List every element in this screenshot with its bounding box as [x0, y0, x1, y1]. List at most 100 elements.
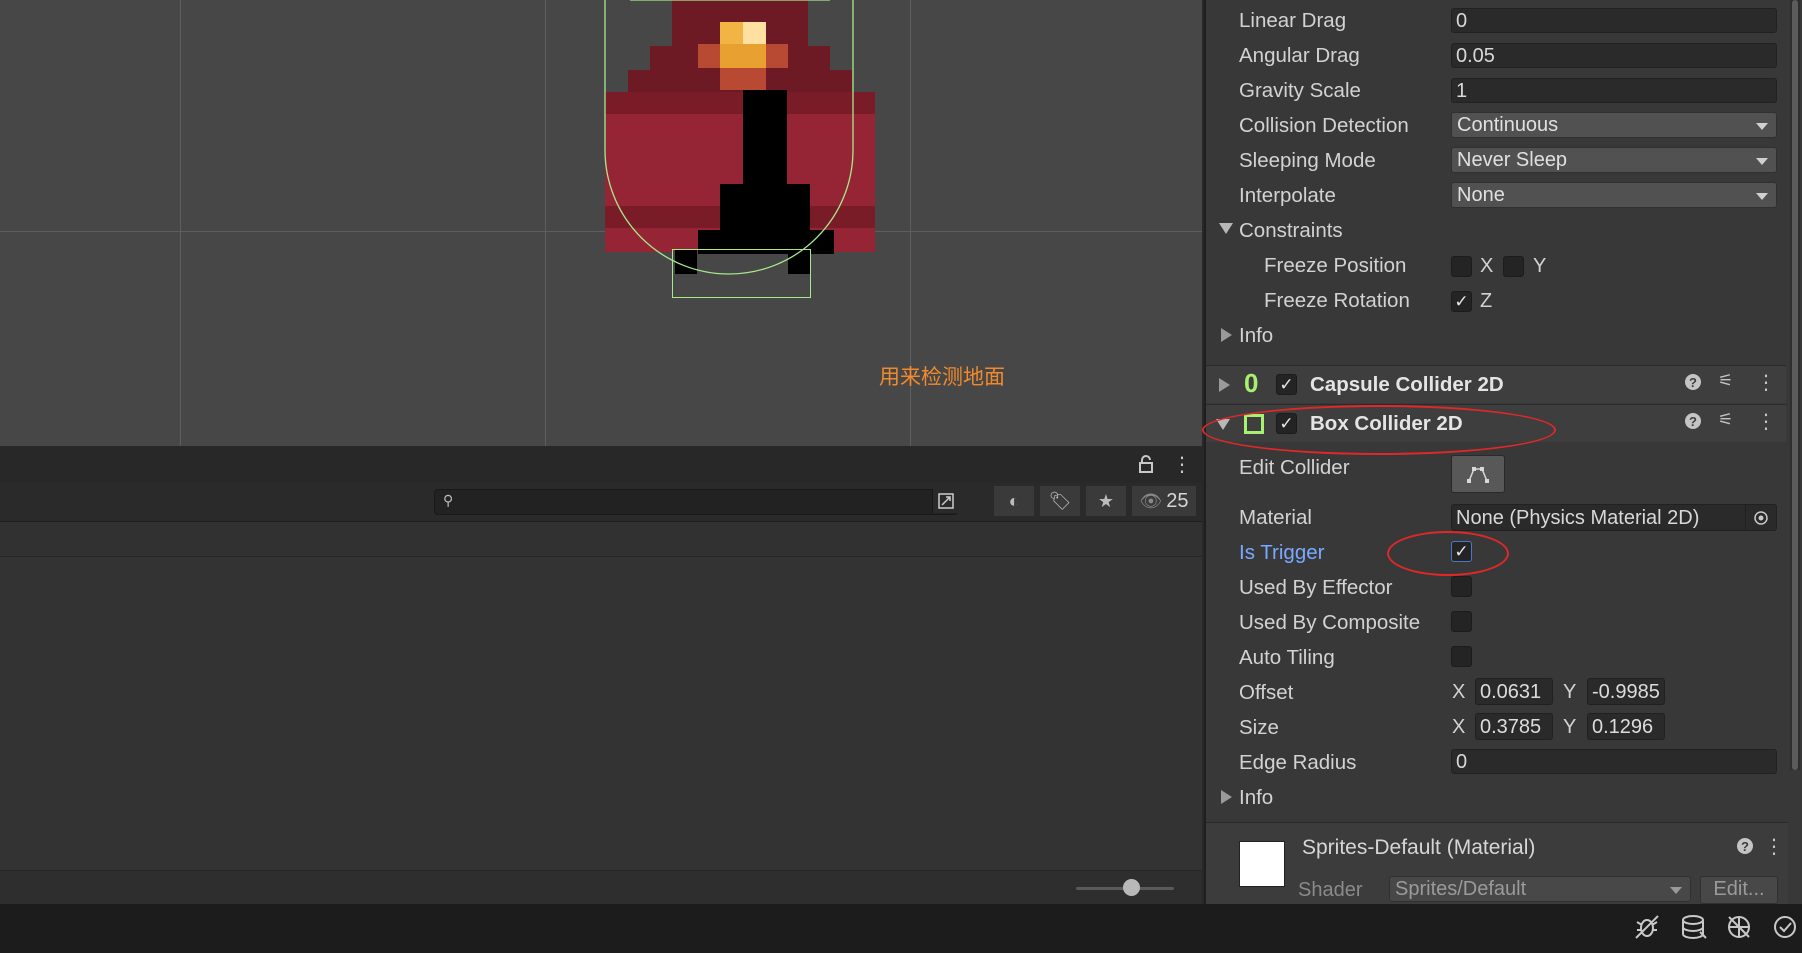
used-by-composite-label: Used By Composite	[1239, 611, 1421, 634]
material-label: Material	[1239, 506, 1312, 529]
material-value: None (Physics Material 2D)	[1456, 507, 1700, 529]
chevron-down-icon	[1756, 158, 1768, 165]
hidden-packages-toggle[interactable]: 👁 25	[1132, 486, 1196, 516]
project-content-area[interactable]	[0, 522, 1202, 870]
expand-icon[interactable]	[1219, 378, 1230, 392]
panel-menu-icon[interactable]: ⋮	[1172, 452, 1192, 477]
sleeping-mode-dropdown[interactable]: Never Sleep	[1451, 147, 1777, 173]
debug-bug-icon[interactable]	[1634, 914, 1660, 945]
offset-x-label: X	[1452, 681, 1466, 703]
gravity-scale-label: Gravity Scale	[1239, 79, 1361, 102]
constraints-foldout-icon[interactable]	[1219, 223, 1233, 234]
edge-radius-field[interactable]: 0	[1451, 749, 1777, 774]
used-by-effector-checkbox[interactable]	[1451, 576, 1472, 597]
panel-footer	[0, 870, 1202, 905]
size-y-label: Y	[1563, 716, 1577, 738]
is-trigger-label: Is Trigger	[1239, 541, 1325, 564]
eye-icon: 👁	[1139, 490, 1163, 511]
component-menu-icon[interactable]: ⋮	[1756, 370, 1776, 395]
edit-collider-icon	[1467, 467, 1489, 483]
grid-line	[180, 0, 181, 446]
size-y-field[interactable]: 0.1296	[1587, 713, 1665, 740]
interpolate-label: Interpolate	[1239, 184, 1336, 207]
panel-header: ⋮	[0, 448, 1202, 483]
scene-view[interactable]: 用来检测地面	[0, 0, 1202, 446]
highlight-ellipse	[1202, 405, 1556, 455]
size-x-label: X	[1452, 716, 1466, 738]
edit-collider-button[interactable]	[1451, 455, 1505, 493]
search-mode-icon[interactable]	[932, 489, 959, 513]
freeze-position-x-label: X	[1480, 255, 1494, 277]
status-bar	[0, 904, 1802, 953]
freeze-position-y-checkbox[interactable]	[1503, 256, 1524, 277]
shader-label: Shader	[1298, 879, 1363, 901]
interpolate-dropdown[interactable]: None	[1451, 182, 1777, 208]
favorites-star-icon[interactable]: ★	[1086, 486, 1126, 516]
info-foldout-icon[interactable]	[1221, 790, 1232, 804]
hidden-count: 25	[1166, 489, 1189, 512]
capsule-collider-enabled-checkbox[interactable]: ✓	[1276, 374, 1297, 395]
freeze-rotation-label: Freeze Rotation	[1264, 289, 1410, 312]
object-picker-icon[interactable]	[1745, 505, 1776, 530]
size-x-field[interactable]: 0.3785	[1475, 713, 1553, 740]
capsule-collider-gizmo	[604, 0, 854, 275]
checkmark-icon: ✓	[1279, 374, 1294, 394]
sleeping-mode-value: Never Sleep	[1457, 149, 1568, 171]
freeze-position-label: Freeze Position	[1264, 254, 1407, 277]
angular-drag-field[interactable]: 0.05	[1451, 43, 1777, 68]
edit-shader-button[interactable]: Edit...	[1700, 876, 1778, 904]
search-input[interactable]: ⚲	[434, 489, 959, 515]
offset-x-field[interactable]: 0.0631	[1475, 678, 1553, 705]
filter-by-type-icon[interactable]: ◐	[994, 486, 1034, 516]
status-check-icon[interactable]	[1772, 914, 1798, 945]
used-by-composite-checkbox[interactable]	[1451, 611, 1472, 632]
chevron-down-icon	[1756, 123, 1768, 130]
annotation-text: 用来检测地面	[879, 366, 1005, 389]
preset-icon[interactable]: ⚟	[1718, 371, 1733, 391]
linear-drag-field[interactable]: 0	[1451, 8, 1777, 33]
material-title: Sprites-Default (Material)	[1302, 836, 1536, 859]
filter-by-label-icon[interactable]: 🏷	[1040, 486, 1080, 516]
highlight-ellipse	[1387, 531, 1509, 576]
constraints-label[interactable]: Constraints	[1239, 219, 1343, 243]
zoom-slider-thumb[interactable]	[1123, 879, 1140, 896]
freeze-position-x-checkbox[interactable]	[1451, 256, 1472, 277]
preset-icon[interactable]: ⚟	[1718, 410, 1733, 430]
shader-dropdown[interactable]: Sprites/Default	[1389, 876, 1691, 902]
material-menu-icon[interactable]: ⋮	[1764, 834, 1784, 859]
collision-detection-label: Collision Detection	[1239, 114, 1409, 137]
breadcrumb-strip	[0, 522, 1202, 557]
shader-value: Sprites/Default	[1395, 878, 1527, 900]
info-foldout-icon[interactable]	[1221, 328, 1232, 342]
help-icon[interactable]: ?	[1684, 373, 1702, 396]
collision-detection-dropdown[interactable]: Continuous	[1451, 112, 1777, 138]
freeze-rotation-z-checkbox[interactable]: ✓	[1451, 291, 1472, 312]
offset-label: Offset	[1239, 681, 1294, 704]
offset-y-label: Y	[1563, 681, 1577, 703]
help-icon[interactable]: ?	[1684, 412, 1702, 435]
chevron-down-icon	[1756, 193, 1768, 200]
material-field[interactable]: None (Physics Material 2D)	[1451, 504, 1777, 531]
network-disabled-icon[interactable]	[1726, 914, 1752, 945]
inspector-scrollbar[interactable]	[1790, 0, 1800, 770]
offset-y-field[interactable]: -0.9985	[1587, 678, 1665, 705]
auto-tiling-checkbox[interactable]	[1451, 646, 1472, 667]
capsule-collider-header[interactable]: 0 ✓ Capsule Collider 2D ? ⚟ ⋮	[1206, 365, 1786, 403]
gravity-scale-field[interactable]: 1	[1451, 78, 1777, 103]
help-icon[interactable]: ?	[1736, 837, 1754, 860]
edge-radius-label: Edge Radius	[1239, 751, 1357, 774]
freeze-rotation-z-label: Z	[1480, 290, 1493, 312]
component-menu-icon[interactable]: ⋮	[1756, 409, 1776, 434]
checkmark-icon: ✓	[1454, 291, 1469, 311]
svg-text:?: ?	[1689, 414, 1697, 429]
svg-text:?: ?	[1741, 839, 1749, 854]
material-preview-swatch	[1239, 841, 1285, 887]
cache-server-icon[interactable]	[1680, 914, 1708, 945]
edit-collider-label: Edit Collider	[1239, 456, 1350, 479]
box-collider-info-label[interactable]: Info	[1239, 786, 1273, 810]
capsule-collider-title: Capsule Collider 2D	[1310, 373, 1504, 396]
angular-drag-label: Angular Drag	[1239, 44, 1360, 67]
rigidbody-info-label[interactable]: Info	[1239, 324, 1273, 348]
box-collider-gizmo	[672, 249, 811, 298]
lock-icon[interactable]	[1138, 454, 1154, 479]
